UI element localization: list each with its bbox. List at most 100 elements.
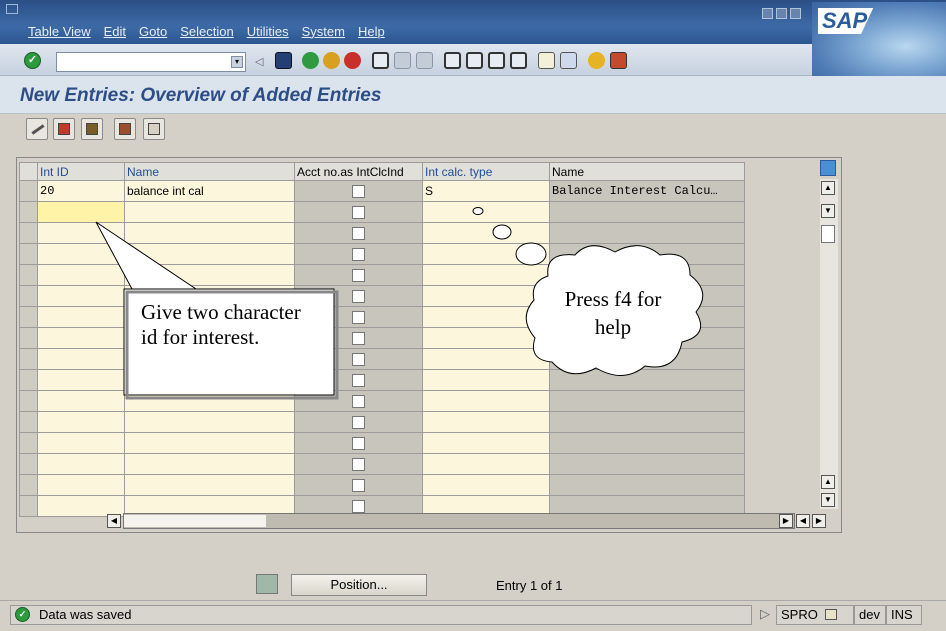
menu-system[interactable]: System — [302, 24, 345, 39]
table-settings-icon[interactable] — [820, 160, 836, 176]
int-id-cell[interactable] — [37, 285, 125, 307]
row-selector[interactable] — [19, 222, 38, 244]
int-calc-type-cell[interactable] — [422, 306, 550, 328]
row-selector[interactable] — [19, 180, 38, 202]
int-calc-type-cell[interactable] — [422, 243, 550, 265]
row-selector[interactable] — [19, 243, 38, 265]
int-calc-type-cell[interactable] — [422, 285, 550, 307]
name-cell[interactable] — [124, 348, 295, 370]
name-cell[interactable] — [124, 243, 295, 265]
position-icon[interactable] — [256, 574, 278, 594]
row-selector[interactable] — [19, 348, 38, 370]
enter-icon[interactable]: ✓ — [24, 52, 41, 69]
name-cell[interactable] — [124, 201, 295, 223]
int-id-cell[interactable] — [37, 243, 125, 265]
command-history-icon[interactable]: ▾ — [231, 56, 243, 68]
name-cell[interactable] — [124, 222, 295, 244]
minimize-icon[interactable] — [762, 8, 773, 19]
checkbox[interactable] — [352, 226, 365, 240]
name-cell[interactable] — [124, 411, 295, 433]
menu-selection[interactable]: Selection — [180, 24, 233, 39]
save-icon[interactable] — [275, 52, 292, 69]
system-menu-icon[interactable] — [6, 4, 18, 14]
int-id-cell[interactable] — [37, 432, 125, 454]
row-selector[interactable] — [19, 411, 38, 433]
select-all-header[interactable] — [19, 162, 38, 181]
previous-page-icon[interactable] — [466, 52, 483, 69]
row-selector[interactable] — [19, 495, 38, 517]
hscroll-thumb[interactable] — [124, 515, 266, 527]
back-icon[interactable] — [302, 52, 319, 69]
checkbox[interactable] — [352, 394, 365, 408]
col-header-acct-no[interactable]: Acct no.as IntClcInd — [294, 162, 423, 181]
name-cell[interactable] — [124, 432, 295, 454]
select-all-button[interactable] — [81, 118, 103, 140]
checkbox[interactable] — [352, 436, 365, 450]
system-info-icon[interactable] — [825, 609, 838, 620]
maximize-icon[interactable] — [776, 8, 787, 19]
col-header-name[interactable]: Name — [124, 162, 295, 181]
int-calc-type-cell[interactable]: S — [422, 180, 550, 202]
checkbox[interactable] — [352, 184, 365, 198]
name-cell[interactable] — [124, 474, 295, 496]
name-cell[interactable] — [124, 369, 295, 391]
next-page-icon[interactable] — [488, 52, 505, 69]
checkbox[interactable] — [352, 499, 365, 513]
collapse-icon[interactable]: ◁ — [255, 55, 265, 72]
int-calc-type-cell[interactable] — [422, 453, 550, 475]
status-expand-icon[interactable]: ▷ — [756, 605, 776, 625]
checkbox[interactable] — [352, 478, 365, 492]
cancel-icon[interactable] — [344, 52, 361, 69]
int-calc-type-cell[interactable] — [422, 390, 550, 412]
int-id-cell[interactable] — [37, 201, 125, 223]
int-id-cell[interactable]: 20 — [37, 180, 125, 202]
row-selector[interactable] — [19, 201, 38, 223]
row-selector[interactable] — [19, 306, 38, 328]
menu-table-view[interactable]: Table View — [28, 24, 91, 39]
status-message[interactable]: ✓ Data was saved — [10, 605, 752, 625]
find-next-icon[interactable] — [416, 52, 433, 69]
command-field[interactable]: ▾ — [56, 52, 246, 72]
checkbox[interactable] — [352, 331, 365, 345]
int-id-cell[interactable] — [37, 306, 125, 328]
name-cell[interactable]: balance int cal — [124, 180, 295, 202]
int-id-cell[interactable] — [37, 369, 125, 391]
row-selector[interactable] — [19, 264, 38, 286]
row-selector[interactable] — [19, 327, 38, 349]
deselect-all-button[interactable] — [143, 118, 165, 140]
checkbox[interactable] — [352, 457, 365, 471]
menu-edit[interactable]: Edit — [104, 24, 126, 39]
print-icon[interactable] — [372, 52, 389, 69]
checkbox[interactable] — [352, 289, 365, 303]
position-button[interactable]: Position... — [291, 574, 427, 596]
scroll-left-icon[interactable]: ◀ — [107, 514, 121, 528]
int-id-cell[interactable] — [37, 411, 125, 433]
int-calc-type-cell[interactable] — [422, 201, 550, 223]
page-down-icon[interactable]: ▼ — [821, 204, 835, 218]
int-id-cell[interactable] — [37, 474, 125, 496]
scroll-down-icon[interactable]: ▼ — [821, 493, 835, 507]
menu-help[interactable]: Help — [358, 24, 385, 39]
int-calc-type-cell[interactable] — [422, 369, 550, 391]
row-selector[interactable] — [19, 474, 38, 496]
vertical-scrollbar[interactable]: ▲ ▼ ▲ ▼ — [820, 179, 838, 509]
row-selector[interactable] — [19, 390, 38, 412]
checkbox[interactable] — [352, 205, 365, 219]
page-up-icon[interactable]: ▲ — [821, 475, 835, 489]
row-selector[interactable] — [19, 369, 38, 391]
status-mode[interactable]: INS — [886, 605, 922, 625]
int-id-cell[interactable] — [37, 390, 125, 412]
help-icon[interactable] — [588, 52, 605, 69]
create-session-icon[interactable] — [538, 52, 555, 69]
int-id-cell[interactable] — [37, 222, 125, 244]
int-id-cell[interactable] — [37, 348, 125, 370]
scroll-right-icon[interactable]: ▶ — [779, 514, 793, 528]
delete-button[interactable] — [53, 118, 75, 140]
int-id-cell[interactable] — [37, 264, 125, 286]
row-selector[interactable] — [19, 432, 38, 454]
find-icon[interactable] — [394, 52, 411, 69]
name-cell[interactable] — [124, 453, 295, 475]
col-scroll-right-icon[interactable]: ▶ — [812, 514, 826, 528]
menu-utilities[interactable]: Utilities — [247, 24, 289, 39]
col-header-int-id[interactable]: Int ID — [37, 162, 125, 181]
